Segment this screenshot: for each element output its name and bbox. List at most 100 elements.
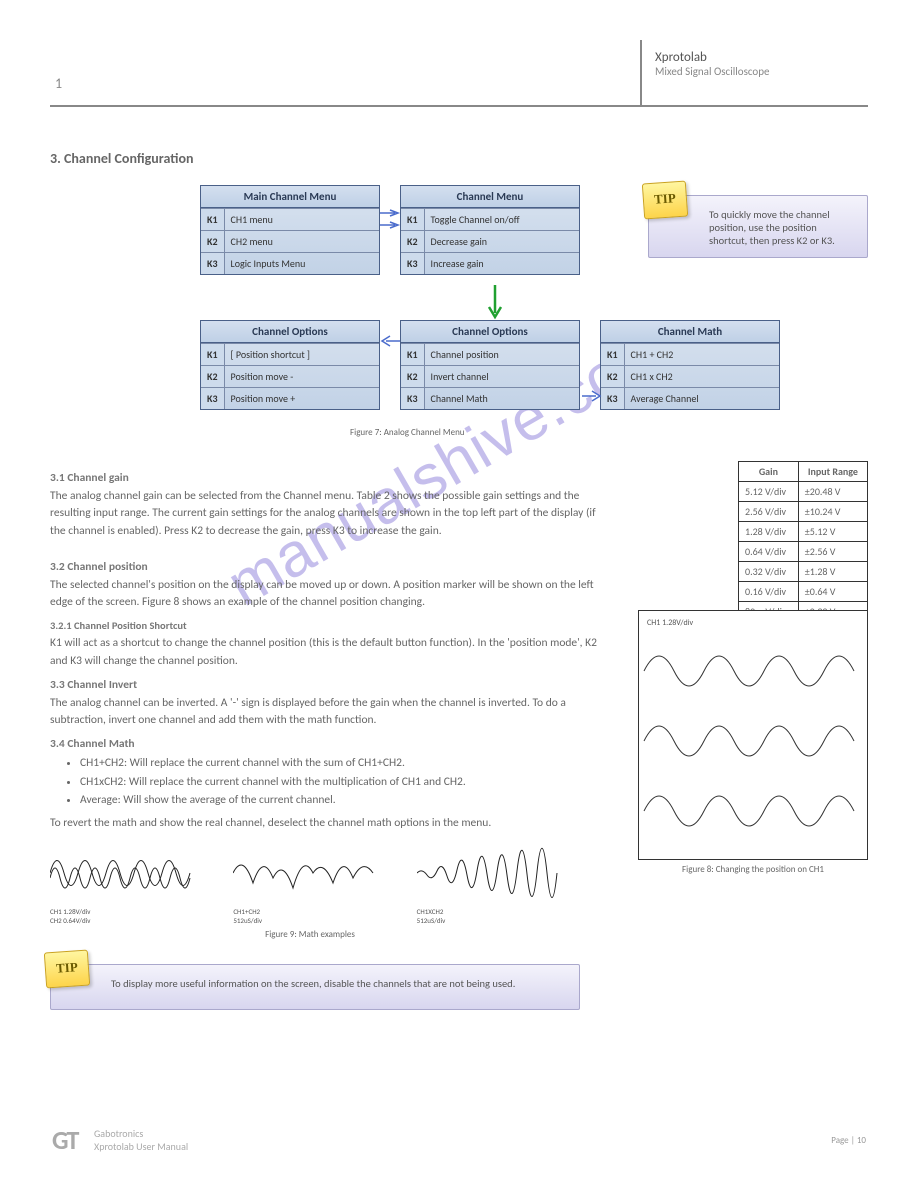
- menu-label: Logic Inputs Menu: [224, 253, 379, 275]
- menu-diagram: Main Channel Menu K1CH1 menu K2CH2 menu …: [50, 175, 868, 465]
- menu-label: Position move -: [224, 366, 379, 388]
- tip-icon: TIP: [44, 949, 90, 988]
- subhead-invert: 3.3 Channel Invert: [50, 678, 610, 692]
- menu-header: Channel Options: [201, 321, 379, 343]
- gain-cell: 5.12 V/div: [739, 482, 799, 502]
- gain-cell: 0.64 V/div: [739, 542, 799, 562]
- menu-key: K3: [201, 388, 224, 410]
- menu-key: K1: [401, 344, 424, 366]
- footer-page: Page | 10: [658, 1124, 866, 1156]
- content-area: 3. Channel Configuration Main Channel Me…: [50, 140, 868, 1010]
- footer: GT Gabotronics Xprotolab User Manual Pag…: [50, 1122, 868, 1158]
- figure-7-caption: Figure 7: Analog Channel Menu: [350, 427, 465, 438]
- arrow-opts-to-pos: [382, 335, 400, 351]
- para-math-revert: To revert the math and show the real cha…: [50, 815, 610, 832]
- gain-col-hdr: Input Range: [798, 462, 867, 482]
- menu-header: Main Channel Menu: [201, 186, 379, 208]
- menu-label: Toggle Channel on/off: [424, 209, 579, 231]
- footer-logo-icon: GT: [52, 1124, 77, 1156]
- arrow-opts-to-math: [582, 390, 600, 406]
- para-gain: The analog channel gain can be selected …: [50, 488, 610, 540]
- gain-cell: ±10.24 V: [798, 502, 867, 522]
- gain-cell: 0.16 V/div: [739, 582, 799, 602]
- menu-label: Decrease gain: [424, 231, 579, 253]
- menu-key: K2: [201, 231, 224, 253]
- menu-label: CH1 x CH2: [624, 366, 779, 388]
- channel-menu-box: Channel Menu K1Toggle Channel on/off K2D…: [400, 185, 580, 275]
- menu-key: K2: [401, 366, 424, 388]
- menu-label: Position move +: [224, 388, 379, 410]
- gain-cell: ±20.48 V: [798, 482, 867, 502]
- waveform-input: CH1 1.28V/div CH2 0.64V/div: [50, 843, 203, 925]
- menu-header: Channel Menu: [401, 186, 579, 208]
- tip-box-disable: TIP To display more useful information o…: [50, 964, 580, 1010]
- channel-options-box: Channel Options K1Channel position K2Inv…: [400, 320, 580, 410]
- gain-cell: ±1.28 V: [798, 562, 867, 582]
- gain-cell: ±2.56 V: [798, 542, 867, 562]
- menu-label: Channel Math: [424, 388, 579, 410]
- tip-icon: TIP: [642, 181, 688, 220]
- header-title: Xprotolab: [655, 50, 855, 65]
- menu-label: Channel position: [424, 344, 579, 366]
- gain-cell: 1.28 V/div: [739, 522, 799, 542]
- gain-col-hdr: Gain: [739, 462, 799, 482]
- subhead-position: 3.2 Channel position: [50, 560, 610, 574]
- menu-key: K1: [201, 344, 224, 366]
- wave-label-b: CH1+CH2 512uS/div: [233, 907, 386, 925]
- svg-text:CH1 1.28V/div: CH1 1.28V/div: [647, 618, 694, 628]
- main-channel-menu-box: Main Channel Menu K1CH1 menu K2CH2 menu …: [200, 185, 380, 275]
- waveform-mul: CH1XCH2 512uS/div: [417, 843, 570, 925]
- menu-key: K1: [201, 209, 224, 231]
- page-header-left: 1: [55, 75, 62, 92]
- gain-cell: ±0.64 V: [798, 582, 867, 602]
- tip-box-shortcut: TIP To quickly move the channel position…: [648, 195, 868, 258]
- para-invert: The analog channel can be inverted. A '-…: [50, 695, 610, 730]
- menu-key: K2: [201, 366, 224, 388]
- menu-key: K1: [401, 209, 424, 231]
- subhead-shortcut: 3.2.1 Channel Position Shortcut: [50, 619, 610, 632]
- menu-label: CH2 menu: [224, 231, 379, 253]
- footer-company: Gabotronics: [94, 1127, 656, 1140]
- menu-key: K3: [201, 253, 224, 275]
- menu-label: Invert channel: [424, 366, 579, 388]
- menu-key: K3: [601, 388, 624, 410]
- subhead-math: 3.4 Channel Math: [50, 737, 610, 751]
- channel-position-box: Channel Options K1[ Position shortcut ] …: [200, 320, 380, 410]
- menu-label: Increase gain: [424, 253, 579, 275]
- gain-cell: 2.56 V/div: [739, 502, 799, 522]
- gain-cell: 0.32 V/div: [739, 562, 799, 582]
- figure-8-box: CH1 1.28V/div: [638, 610, 868, 860]
- footer-desc: Xprotolab User Manual: [94, 1140, 656, 1153]
- waveform-sum: CH1+CH2 512uS/div: [233, 843, 386, 925]
- menu-key: K3: [401, 253, 424, 275]
- menu-key: K1: [601, 344, 624, 366]
- menu-header: Channel Math: [601, 321, 779, 343]
- menu-key: K3: [401, 388, 424, 410]
- figure-9-caption: Figure 9: Math examples: [50, 929, 570, 940]
- tip-text: To quickly move the channel position, us…: [709, 208, 835, 247]
- page-header-right: Xprotolab Mixed Signal Oscilloscope: [655, 50, 855, 78]
- wave-label-c: CH1XCH2 512uS/div: [417, 907, 570, 925]
- subhead-gain: 3.1 Channel gain: [50, 471, 610, 485]
- menu-header: Channel Options: [401, 321, 579, 343]
- menu-label: Average Channel: [624, 388, 779, 410]
- menu-label: CH1 menu: [224, 209, 379, 231]
- menu-label: [ Position shortcut ]: [224, 344, 379, 366]
- waveform-icon: CH1 1.28V/div: [639, 611, 867, 859]
- para-shortcut: K1 will act as a shortcut to change the …: [50, 635, 610, 670]
- math-item: CH1xCH2: Will replace the current channe…: [80, 773, 610, 791]
- math-item: CH1+CH2: Will replace the current channe…: [80, 754, 610, 772]
- arrow-down-green: [485, 285, 505, 324]
- figure-8-caption: Figure 8: Changing the position on CH1: [638, 864, 868, 875]
- menu-key: K2: [601, 366, 624, 388]
- math-item: Average: Will show the average of the cu…: [80, 791, 610, 809]
- menu-label: CH1 + CH2: [624, 344, 779, 366]
- tip-text: To display more useful information on th…: [111, 977, 515, 990]
- arrow-main-to-channel: [380, 210, 400, 254]
- header-divider: [640, 40, 642, 105]
- header-subtitle: Mixed Signal Oscilloscope: [655, 65, 855, 78]
- channel-math-box: Channel Math K1CH1 + CH2 K2CH1 x CH2 K3A…: [600, 320, 780, 410]
- gain-cell: ±5.12 V: [798, 522, 867, 542]
- wave-label-a: CH1 1.28V/div CH2 0.64V/div: [50, 907, 203, 925]
- para-position: The selected channel's position on the d…: [50, 577, 610, 612]
